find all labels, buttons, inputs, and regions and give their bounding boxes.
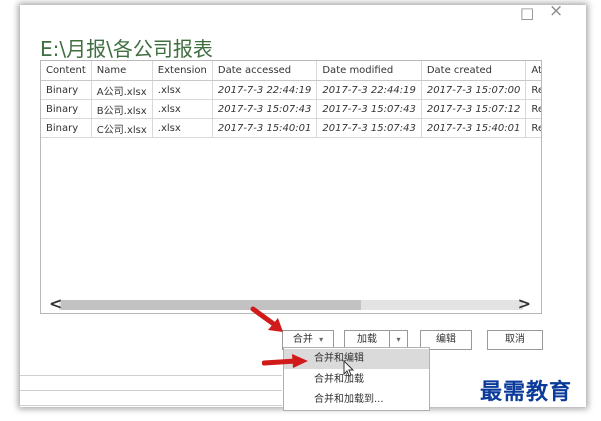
cell-date-modified: 2017-7-3 15:07:43	[316, 118, 422, 138]
cell-date-created: 2017-7-3 15:40:01	[421, 118, 527, 138]
cell-content: Binary	[41, 80, 92, 100]
cell-date-modified: 2017-7-3 22:44:19	[316, 80, 422, 100]
file-preview-grid: Content Name Extension Date accessed Dat…	[40, 60, 542, 314]
cell-date-accessed: 2017-7-3 15:07:43	[212, 99, 318, 119]
cell-attributes: Record	[525, 99, 541, 119]
cell-name: B公司.xlsx	[91, 99, 153, 119]
cell-name: C公司.xlsx	[91, 118, 153, 138]
scroll-right-icon[interactable]: >	[518, 294, 531, 313]
background-sheet	[20, 372, 282, 407]
cell-content: Binary	[41, 99, 92, 119]
cell-date-created: 2017-7-3 15:07:12	[421, 99, 527, 119]
close-icon[interactable]: ×	[549, 3, 563, 20]
cell-date-accessed: 2017-7-3 22:44:19	[212, 80, 318, 100]
cursor-icon	[343, 360, 355, 377]
dialog-title: E:\月报\各公司报表	[40, 37, 213, 61]
column-header-date-accessed[interactable]: Date accessed	[212, 61, 318, 81]
combine-label: 合并	[292, 334, 313, 345]
table-row: Binary A公司.xlsx .xlsx 2017-7-3 22:44:19 …	[41, 80, 541, 100]
cell-extension: .xlsx	[152, 80, 213, 100]
cell-date-created: 2017-7-3 15:07:00	[421, 80, 527, 100]
cell-attributes: Record	[525, 80, 541, 100]
cell-date-accessed: 2017-7-3 15:40:01	[212, 118, 318, 138]
cell-extension: .xlsx	[152, 118, 213, 138]
column-header-attributes[interactable]: Attribu	[525, 61, 541, 81]
horizontal-scrollbar[interactable]: < >	[41, 294, 541, 313]
red-arrow-icon	[262, 354, 308, 368]
cell-content: Binary	[41, 118, 92, 138]
table-row: Binary C公司.xlsx .xlsx 2017-7-3 15:40:01 …	[41, 118, 541, 138]
table-header-row: Content Name Extension Date accessed Dat…	[41, 61, 541, 81]
cell-attributes: Record	[525, 118, 541, 138]
column-header-extension[interactable]: Extension	[152, 61, 213, 81]
cell-date-modified: 2017-7-3 15:07:43	[316, 99, 422, 119]
column-header-date-modified[interactable]: Date modified	[316, 61, 422, 81]
watermark: 最需教育	[480, 379, 573, 405]
red-arrow-icon	[250, 306, 283, 332]
menu-item-combine-and-load-to[interactable]: 合并和加载到...	[284, 390, 429, 410]
cell-extension: .xlsx	[152, 99, 213, 119]
scrollbar-thumb[interactable]	[61, 300, 361, 310]
cancel-button[interactable]: 取消	[487, 330, 543, 350]
column-header-date-created[interactable]: Date created	[421, 61, 527, 81]
column-header-name[interactable]: Name	[91, 61, 153, 81]
cell-name: A公司.xlsx	[91, 80, 153, 100]
column-header-content[interactable]: Content	[41, 61, 92, 81]
maximize-icon[interactable]: □	[520, 6, 534, 21]
table-row: Binary B公司.xlsx .xlsx 2017-7-3 15:07:43 …	[41, 99, 541, 119]
scroll-left-icon[interactable]: <	[49, 294, 62, 313]
file-table: Content Name Extension Date accessed Dat…	[41, 61, 541, 138]
chevron-down-icon: ▾	[319, 335, 324, 344]
